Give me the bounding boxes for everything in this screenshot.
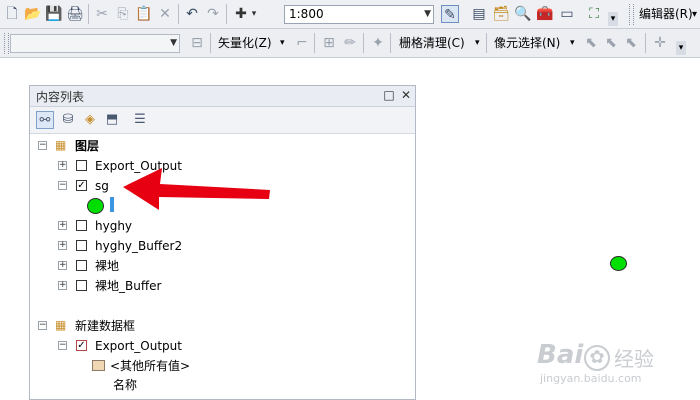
paw-icon: ✿: [584, 345, 610, 371]
arrow-shape: [123, 168, 270, 210]
annotation-arrow: [123, 168, 270, 210]
watermark-url: jingyan.baidu.com: [540, 372, 642, 385]
watermark-suffix: 经验: [614, 347, 654, 371]
watermark-brand: Bai: [537, 340, 584, 370]
